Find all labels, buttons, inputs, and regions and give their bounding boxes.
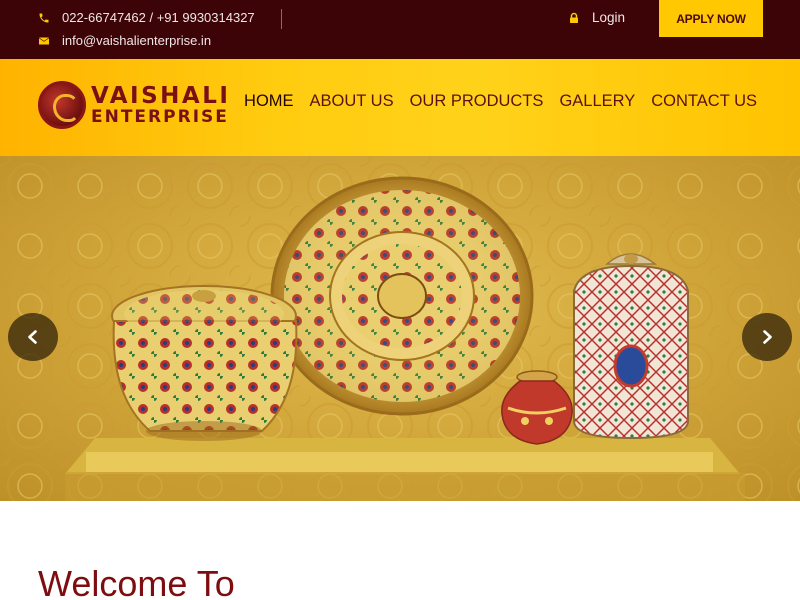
phone-icon	[38, 12, 50, 24]
header: VAISHALI ENTERPRISE HOME ABOUT US OUR PR…	[0, 59, 800, 156]
chevron-right-icon	[763, 330, 772, 344]
nav-contact-us[interactable]: CONTACT US	[651, 92, 757, 111]
slider-next-button[interactable]	[742, 313, 792, 361]
lock-icon	[568, 12, 580, 24]
contact-phone[interactable]: 022-66747462 / +91 9930314327	[38, 10, 255, 25]
slider-prev-button[interactable]	[8, 313, 58, 361]
welcome-heading: Welcome To	[38, 563, 235, 600]
hero-slider	[0, 156, 800, 501]
email-text: info@vaishalienterprise.in	[62, 33, 212, 48]
logo-emblem-icon	[38, 81, 86, 129]
apply-now-button[interactable]: APPLY NOW	[659, 0, 763, 37]
top-bar: 022-66747462 / +91 9930314327 info@vaish…	[0, 0, 800, 59]
envelope-icon	[38, 35, 50, 47]
logo-line2: ENTERPRISE	[91, 106, 229, 127]
nav-home[interactable]: HOME	[244, 92, 294, 111]
logo-line1: VAISHALI	[91, 82, 231, 109]
chevron-left-icon	[28, 330, 37, 344]
phone-text: 022-66747462 / +91 9930314327	[62, 10, 255, 25]
login-link[interactable]: Login	[568, 10, 625, 25]
main-nav: HOME ABOUT US OUR PRODUCTS GALLERY CONTA…	[244, 92, 757, 111]
contact-email[interactable]: info@vaishalienterprise.in	[38, 33, 211, 48]
hero-image	[0, 156, 800, 501]
login-label: Login	[592, 10, 626, 25]
divider	[281, 9, 282, 29]
nav-about-us[interactable]: ABOUT US	[310, 92, 394, 111]
logo-text: VAISHALI ENTERPRISE	[91, 82, 231, 127]
nav-gallery[interactable]: GALLERY	[559, 92, 635, 111]
nav-our-products[interactable]: OUR PRODUCTS	[410, 92, 544, 111]
logo[interactable]: VAISHALI ENTERPRISE	[38, 81, 230, 129]
